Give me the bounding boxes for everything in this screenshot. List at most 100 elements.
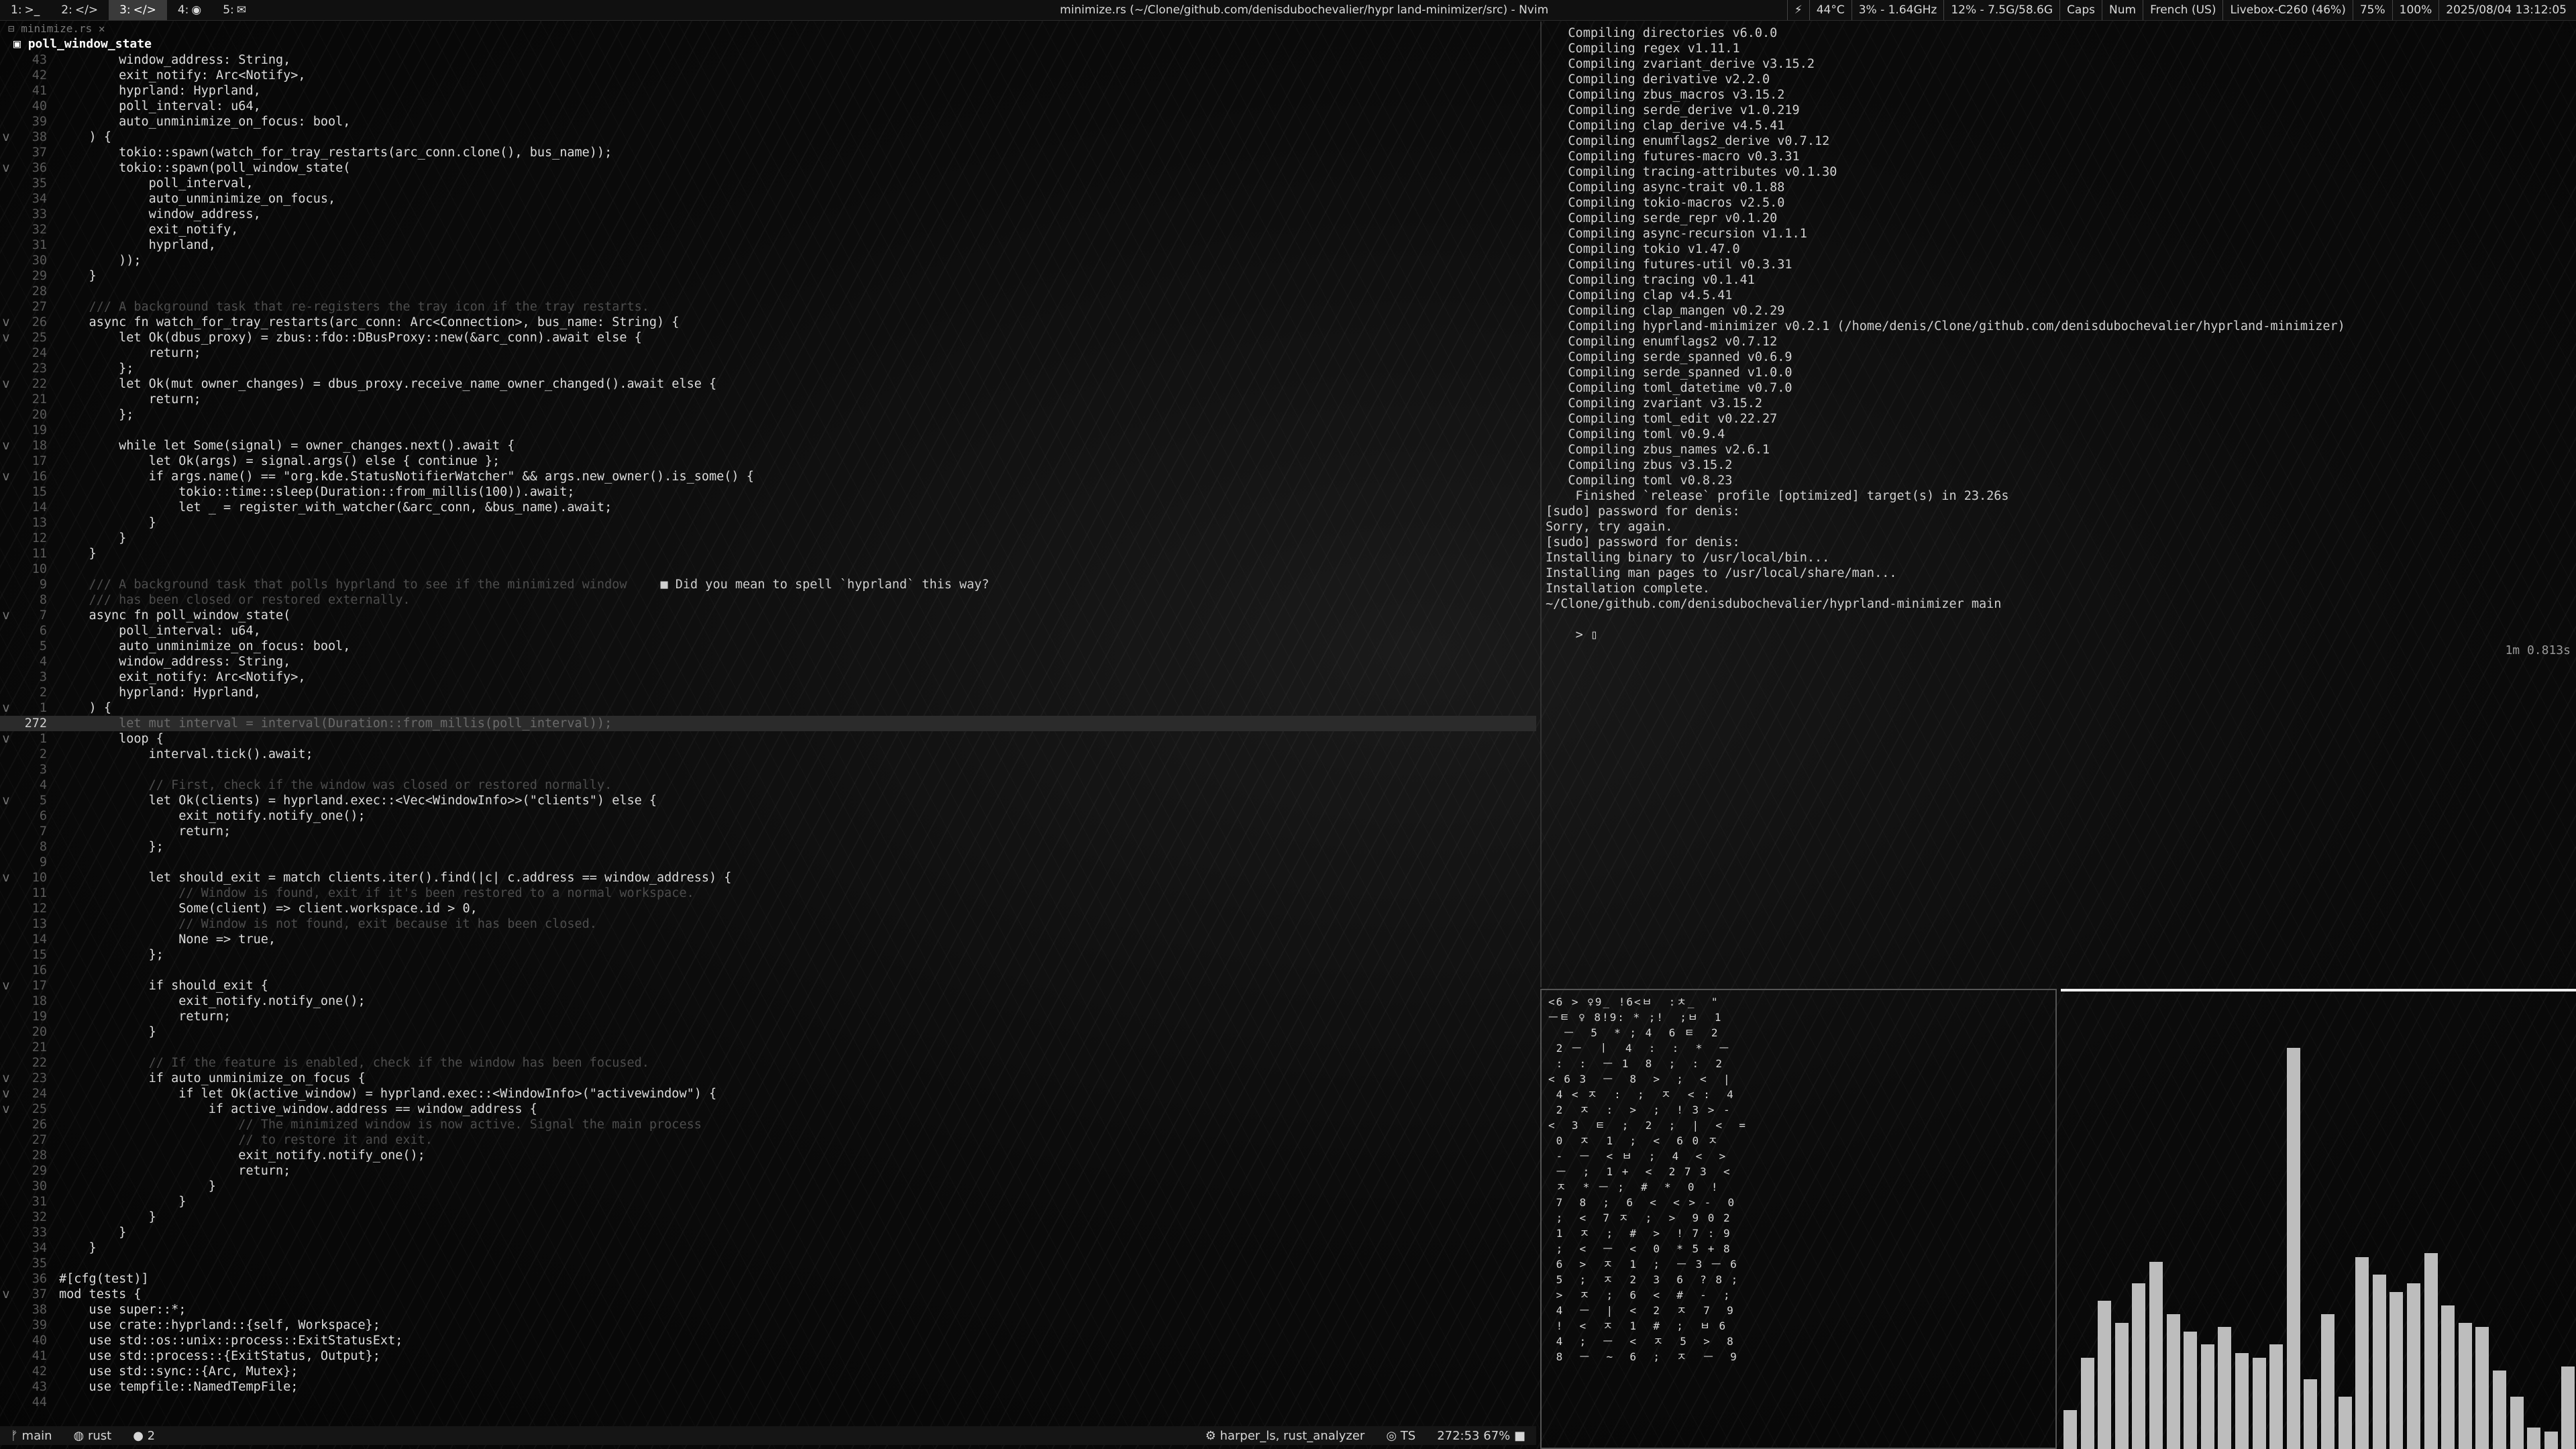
code-line[interactable]: 38 use super::*; <box>0 1302 1536 1318</box>
fold-indicator[interactable] <box>0 1395 12 1410</box>
fold-indicator[interactable] <box>0 901 12 916</box>
code-line[interactable]: 26 // The minimized window is now active… <box>0 1117 1536 1132</box>
fold-indicator[interactable] <box>0 268 12 284</box>
fold-indicator[interactable]: v <box>0 330 12 345</box>
code-line[interactable]: v 7 async fn poll_window_state( <box>0 608 1536 623</box>
code-line[interactable]: v 16 if args.name() == "org.kde.StatusNot… <box>0 469 1536 484</box>
code-line[interactable]: 33 window_address, <box>0 207 1536 222</box>
fold-indicator[interactable]: v <box>0 1287 12 1302</box>
fold-indicator[interactable]: v <box>0 160 12 176</box>
workspace-3[interactable]: 3: </> <box>109 0 167 20</box>
code-line[interactable]: 42 exit_notify: Arc<Notify>, <box>0 68 1536 83</box>
code-line[interactable]: 2 hyprland: Hyprland, <box>0 685 1536 700</box>
code-line[interactable]: 4 // First, check if the window was clos… <box>0 777 1536 793</box>
code-line[interactable]: v 37 mod tests { <box>0 1287 1536 1302</box>
code-line[interactable]: 4 window_address: String, <box>0 654 1536 669</box>
code-line[interactable]: 11 // Window is found, exit if it's been… <box>0 885 1536 901</box>
code-line[interactable]: 12 } <box>0 531 1536 546</box>
code-line[interactable]: 29 } <box>0 268 1536 284</box>
code-line[interactable]: 8 }; <box>0 839 1536 855</box>
code-line[interactable]: 17 let Ok(args) = signal.args() else { c… <box>0 453 1536 469</box>
fold-indicator[interactable] <box>0 1210 12 1225</box>
code-line[interactable]: 32 } <box>0 1210 1536 1225</box>
code-line[interactable]: 42 use std::sync::{Arc, Mutex}; <box>0 1364 1536 1379</box>
fold-indicator[interactable] <box>0 1132 12 1148</box>
code-line[interactable]: v 1 loop { <box>0 731 1536 747</box>
fold-indicator[interactable]: v <box>0 129 12 145</box>
status-module[interactable]: 75% <box>2352 0 2392 20</box>
fold-indicator[interactable] <box>0 947 12 963</box>
code-line[interactable]: 19 <box>0 423 1536 438</box>
status-module[interactable]: French (US) <box>2143 0 2222 20</box>
code-line[interactable]: v 5 let Ok(clients) = hyprland.exec::<Vec… <box>0 793 1536 808</box>
code-line[interactable]: 39 auto_unminimize_on_focus: bool, <box>0 114 1536 129</box>
code-line[interactable]: 20 }; <box>0 407 1536 423</box>
fold-indicator[interactable] <box>0 207 12 222</box>
fold-indicator[interactable] <box>0 284 12 299</box>
code-line[interactable]: 37 tokio::spawn(watch_for_tray_restarts(… <box>0 145 1536 160</box>
code-line[interactable]: 11 } <box>0 546 1536 561</box>
code-line[interactable]: 6 exit_notify.notify_one(); <box>0 808 1536 824</box>
code-line[interactable]: 27 /// A background task that re-registe… <box>0 299 1536 315</box>
matrix-rain-window[interactable]: <6 > ♀9_ !6<ㅂ :ㅊ_ " ㅡㅌ ♀ 8!9: * ;! ;ㅂ 1 ㅡ… <box>1540 989 2057 1449</box>
fold-indicator[interactable] <box>0 716 12 731</box>
fold-indicator[interactable]: v <box>0 1086 12 1102</box>
nvim-window[interactable]: ⊟ minimize.rs ✕ ▣ poll_window_state 43 w… <box>0 21 1536 1445</box>
code-line[interactable]: 9 <box>0 855 1536 870</box>
current-code-line[interactable]: 272 let mut interval = interval(Duration… <box>0 716 1536 731</box>
fold-indicator[interactable] <box>0 1194 12 1210</box>
code-line[interactable]: 33 } <box>0 1225 1536 1240</box>
code-line[interactable]: 12 Some(client) => client.workspace.id >… <box>0 901 1536 916</box>
code-line[interactable]: 41 use std::process::{ExitStatus, Output… <box>0 1348 1536 1364</box>
fold-indicator[interactable] <box>0 145 12 160</box>
fold-indicator[interactable] <box>0 68 12 83</box>
fold-indicator[interactable] <box>0 623 12 639</box>
fold-indicator[interactable] <box>0 1271 12 1287</box>
code-line[interactable]: 24 return; <box>0 345 1536 361</box>
fold-indicator[interactable] <box>0 855 12 870</box>
code-line[interactable]: 19 return; <box>0 1009 1536 1024</box>
fold-indicator[interactable] <box>0 916 12 932</box>
fold-indicator[interactable] <box>0 1055 12 1071</box>
code-line[interactable]: 2 interval.tick().await; <box>0 747 1536 762</box>
code-line[interactable]: 3 <box>0 762 1536 777</box>
fold-indicator[interactable] <box>0 546 12 561</box>
status-module[interactable]: 100% <box>2392 0 2439 20</box>
fold-indicator[interactable] <box>0 1163 12 1179</box>
code-line[interactable]: 21 <box>0 1040 1536 1055</box>
fold-indicator[interactable] <box>0 1148 12 1163</box>
code-line[interactable]: 10 <box>0 561 1536 577</box>
fold-indicator[interactable]: v <box>0 469 12 484</box>
code-line[interactable]: 43 use tempfile::NamedTempFile; <box>0 1379 1536 1395</box>
code-line[interactable]: 39 use crate::hyprland::{self, Workspace… <box>0 1318 1536 1333</box>
code-line[interactable]: 16 <box>0 963 1536 978</box>
fold-indicator[interactable] <box>0 1024 12 1040</box>
code-editor[interactable]: 43 window_address: String, 42 exit_notify… <box>0 52 1536 1410</box>
code-line[interactable]: 15 tokio::time::sleep(Duration::from_mil… <box>0 484 1536 500</box>
fold-indicator[interactable] <box>0 639 12 654</box>
code-line[interactable]: v 26 async fn watch_for_tray_restarts(arc… <box>0 315 1536 330</box>
code-line[interactable]: v 10 let should_exit = match clients.iter… <box>0 870 1536 885</box>
fold-indicator[interactable] <box>0 1379 12 1395</box>
fold-indicator[interactable] <box>0 561 12 577</box>
fold-indicator[interactable] <box>0 392 12 407</box>
code-line[interactable]: 5 auto_unminimize_on_focus: bool, <box>0 639 1536 654</box>
fold-indicator[interactable] <box>0 114 12 129</box>
fold-indicator[interactable] <box>0 52 12 68</box>
code-line[interactable]: v 38 ) { <box>0 129 1536 145</box>
fold-indicator[interactable] <box>0 453 12 469</box>
status-module[interactable]: ⚡ <box>1786 0 1809 20</box>
fold-indicator[interactable] <box>0 500 12 515</box>
code-line[interactable]: 28 <box>0 284 1536 299</box>
fold-indicator[interactable] <box>0 592 12 608</box>
code-line[interactable]: 7 return; <box>0 824 1536 839</box>
code-line[interactable]: 35 <box>0 1256 1536 1271</box>
status-module[interactable]: 12% - 7.5G/58.6G <box>1943 0 2059 20</box>
fold-indicator[interactable] <box>0 237 12 253</box>
code-line[interactable]: v 25 let Ok(dbus_proxy) = zbus::fdo::DBus… <box>0 330 1536 345</box>
code-line[interactable]: 30 )); <box>0 253 1536 268</box>
fold-indicator[interactable] <box>0 839 12 855</box>
fold-indicator[interactable] <box>0 253 12 268</box>
code-line[interactable]: 36 #[cfg(test)] <box>0 1271 1536 1287</box>
fold-indicator[interactable] <box>0 747 12 762</box>
